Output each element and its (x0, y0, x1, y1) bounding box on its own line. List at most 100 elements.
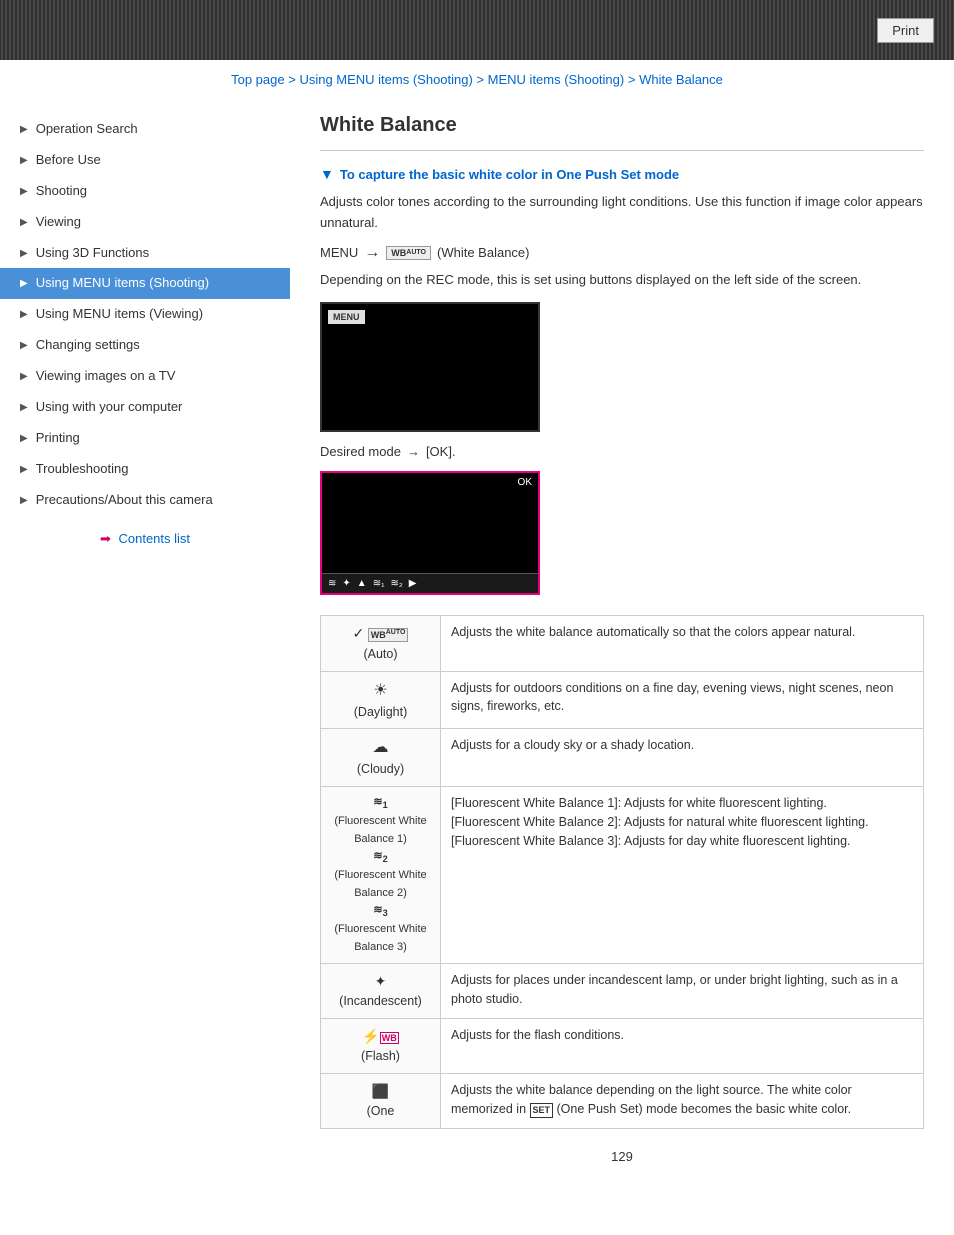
table-row: ✦ (Incandescent) Adjusts for places unde… (321, 964, 924, 1019)
table-row: ⬛ (One Adjusts the white balance dependi… (321, 1073, 924, 1128)
table-row: ☀ (Daylight) Adjusts for outdoors condit… (321, 671, 924, 729)
table-desc-cell: Adjusts the white balance depending on t… (441, 1073, 924, 1128)
fluor-icon-1: ≋1 (373, 796, 387, 808)
table-icon-cell: ⚡WB (Flash) (321, 1019, 441, 1074)
screen-inner: OK (322, 473, 538, 573)
sidebar-item-label: Viewing images on a TV (36, 368, 176, 385)
fluor-label-2: (Fluorescent White Balance 2) (334, 869, 426, 899)
sidebar-item-label: Troubleshooting (36, 461, 129, 478)
table-desc-cell: Adjusts for the flash conditions. (441, 1019, 924, 1074)
sidebar-item-label: Using MENU items (Shooting) (36, 275, 209, 292)
breadcrumb-using-menu[interactable]: Using MENU items (Shooting) (299, 72, 472, 87)
table-row: ✓ WBAUTO (Auto) Adjusts the white balanc… (321, 616, 924, 671)
wb-auto-cell-icon: WBAUTO (368, 629, 409, 641)
sidebar-item-printing[interactable]: ▶ Printing (0, 423, 290, 454)
set-icon: SET (530, 1103, 554, 1119)
table-icon-cell: ✓ WBAUTO (Auto) (321, 616, 441, 671)
sidebar-item-3d-functions[interactable]: ▶ Using 3D Functions (0, 238, 290, 269)
arrow-icon: ▶ (20, 123, 28, 136)
arrow-icon: ▶ (20, 370, 28, 383)
arrow-icon: ▶ (20, 308, 28, 321)
wb-auto-icon: WBAUTO (386, 246, 431, 260)
page-title: White Balance (320, 114, 924, 137)
fluor-desc-2: [Fluorescent White Balance 2]: Adjusts f… (451, 815, 869, 829)
menu-instruction: MENU → WBAUTO (White Balance) (320, 244, 924, 262)
sidebar-item-label: Precautions/About this camera (36, 492, 213, 509)
page-title-section: White Balance (320, 114, 924, 151)
table-desc-cell: Adjusts for places under incandescent la… (441, 964, 924, 1019)
fluor-label-1: (Fluorescent White Balance 1) (334, 815, 426, 845)
one-push-icon: ⬛ (372, 1083, 389, 1099)
wb-icon-5: ≋₂ (390, 578, 402, 589)
sidebar-item-troubleshooting[interactable]: ▶ Troubleshooting (0, 454, 290, 485)
contents-list-link[interactable]: Contents list (118, 531, 190, 546)
breadcrumb-menu-items[interactable]: MENU items (Shooting) (488, 72, 625, 87)
sidebar-item-using-computer[interactable]: ▶ Using with your computer (0, 392, 290, 423)
breadcrumb: Top page > Using MENU items (Shooting) >… (0, 60, 954, 99)
page-number: 129 (320, 1149, 924, 1164)
sidebar-item-operation-search[interactable]: ▶ Operation Search (0, 114, 290, 145)
sidebar-item-viewing[interactable]: ▶ Viewing (0, 207, 290, 238)
main-layout: ▶ Operation Search ▶ Before Use ▶ Shooti… (0, 99, 954, 1194)
incandescent-icon: ✦ (375, 973, 387, 989)
table-desc-cell: Adjusts for outdoors conditions on a fin… (441, 671, 924, 729)
arrow-icon: ▶ (20, 185, 28, 198)
wb-icon-3: ▲ (357, 578, 367, 589)
wb-table: ✓ WBAUTO (Auto) Adjusts the white balanc… (320, 615, 924, 1128)
table-icon-cell: ⬛ (One (321, 1073, 441, 1128)
fluor-label-3: (Fluorescent White Balance 3) (334, 923, 426, 953)
menu-label: MENU (320, 245, 358, 260)
arrow-icon: ▶ (20, 432, 28, 445)
breadcrumb-top[interactable]: Top page (231, 72, 285, 87)
section-heading: ▼ To capture the basic white color in On… (320, 166, 924, 182)
sidebar-item-before-use[interactable]: ▶ Before Use (0, 145, 290, 176)
contents-arrow-icon: ➡ (100, 531, 111, 546)
checkmark-icon: ✓ (353, 625, 365, 641)
print-button[interactable]: Print (877, 18, 934, 43)
sidebar-item-precautions[interactable]: ▶ Precautions/About this camera (0, 485, 290, 516)
sidebar-item-label: Viewing (36, 214, 81, 231)
arrow-icon: ▶ (20, 494, 28, 507)
wb-icon-4: ≋₁ (373, 578, 385, 589)
triangle-icon: ▼ (320, 166, 334, 182)
content-area: White Balance ▼ To capture the basic whi… (290, 104, 954, 1194)
table-icon-cell: ☁ (Cloudy) (321, 729, 441, 787)
icon-label: (Daylight) (354, 705, 408, 719)
desired-mode-arrow-icon: → (407, 444, 420, 459)
sidebar-item-label: Before Use (36, 152, 101, 169)
sidebar-item-using-menu-shooting[interactable]: ▶ Using MENU items (Shooting) (0, 268, 290, 299)
desired-mode-label: Desired mode (320, 444, 401, 459)
arrow-icon: ▶ (20, 339, 28, 352)
icon-label: (Auto) (363, 647, 397, 661)
sidebar-item-label: Using with your computer (36, 399, 183, 416)
sidebar-item-using-menu-viewing[interactable]: ▶ Using MENU items (Viewing) (0, 299, 290, 330)
fluor-icon-2: ≋2 (373, 850, 387, 862)
sidebar-item-viewing-tv[interactable]: ▶ Viewing images on a TV (0, 361, 290, 392)
breadcrumb-sep2: > (476, 72, 487, 87)
sidebar-item-changing-settings[interactable]: ▶ Changing settings (0, 330, 290, 361)
icon-label: (Incandescent) (339, 994, 422, 1008)
arrow-icon: ▶ (20, 216, 28, 229)
menu-arrow-icon: → (364, 244, 380, 262)
arrow-icon: ▶ (20, 247, 28, 260)
body-text-1: Adjusts color tones according to the sur… (320, 192, 924, 234)
table-icon-cell: ☀ (Daylight) (321, 671, 441, 729)
breadcrumb-white-balance[interactable]: White Balance (639, 72, 723, 87)
icon-label: (One (367, 1104, 395, 1118)
sidebar-item-shooting[interactable]: ▶ Shooting (0, 176, 290, 207)
breadcrumb-sep3: > (628, 72, 639, 87)
screen-bottom-bar: ≋ ✦ ▲ ≋₁ ≋₂ ▶ (322, 573, 538, 593)
menu-button-icon: MENU (328, 310, 365, 324)
screen-mockup-2: OK ≋ ✦ ▲ ≋₁ ≋₂ ▶ (320, 471, 540, 595)
wb-icon-1: ≋ (328, 578, 336, 589)
fluor-icon-3: ≋3 (373, 904, 387, 916)
sun-icon: ☀ (373, 682, 387, 699)
table-icon-cell: ✦ (Incandescent) (321, 964, 441, 1019)
arrow-icon: ▶ (20, 401, 28, 414)
flash-icon: ⚡WB (362, 1028, 398, 1044)
wb-icon-2: ✦ (342, 578, 350, 589)
body-text-2: Depending on the REC mode, this is set u… (320, 270, 924, 291)
sidebar-item-label: Using 3D Functions (36, 245, 149, 262)
section-heading-text: To capture the basic white color in One … (340, 167, 679, 182)
sidebar-item-label: Operation Search (36, 121, 138, 138)
